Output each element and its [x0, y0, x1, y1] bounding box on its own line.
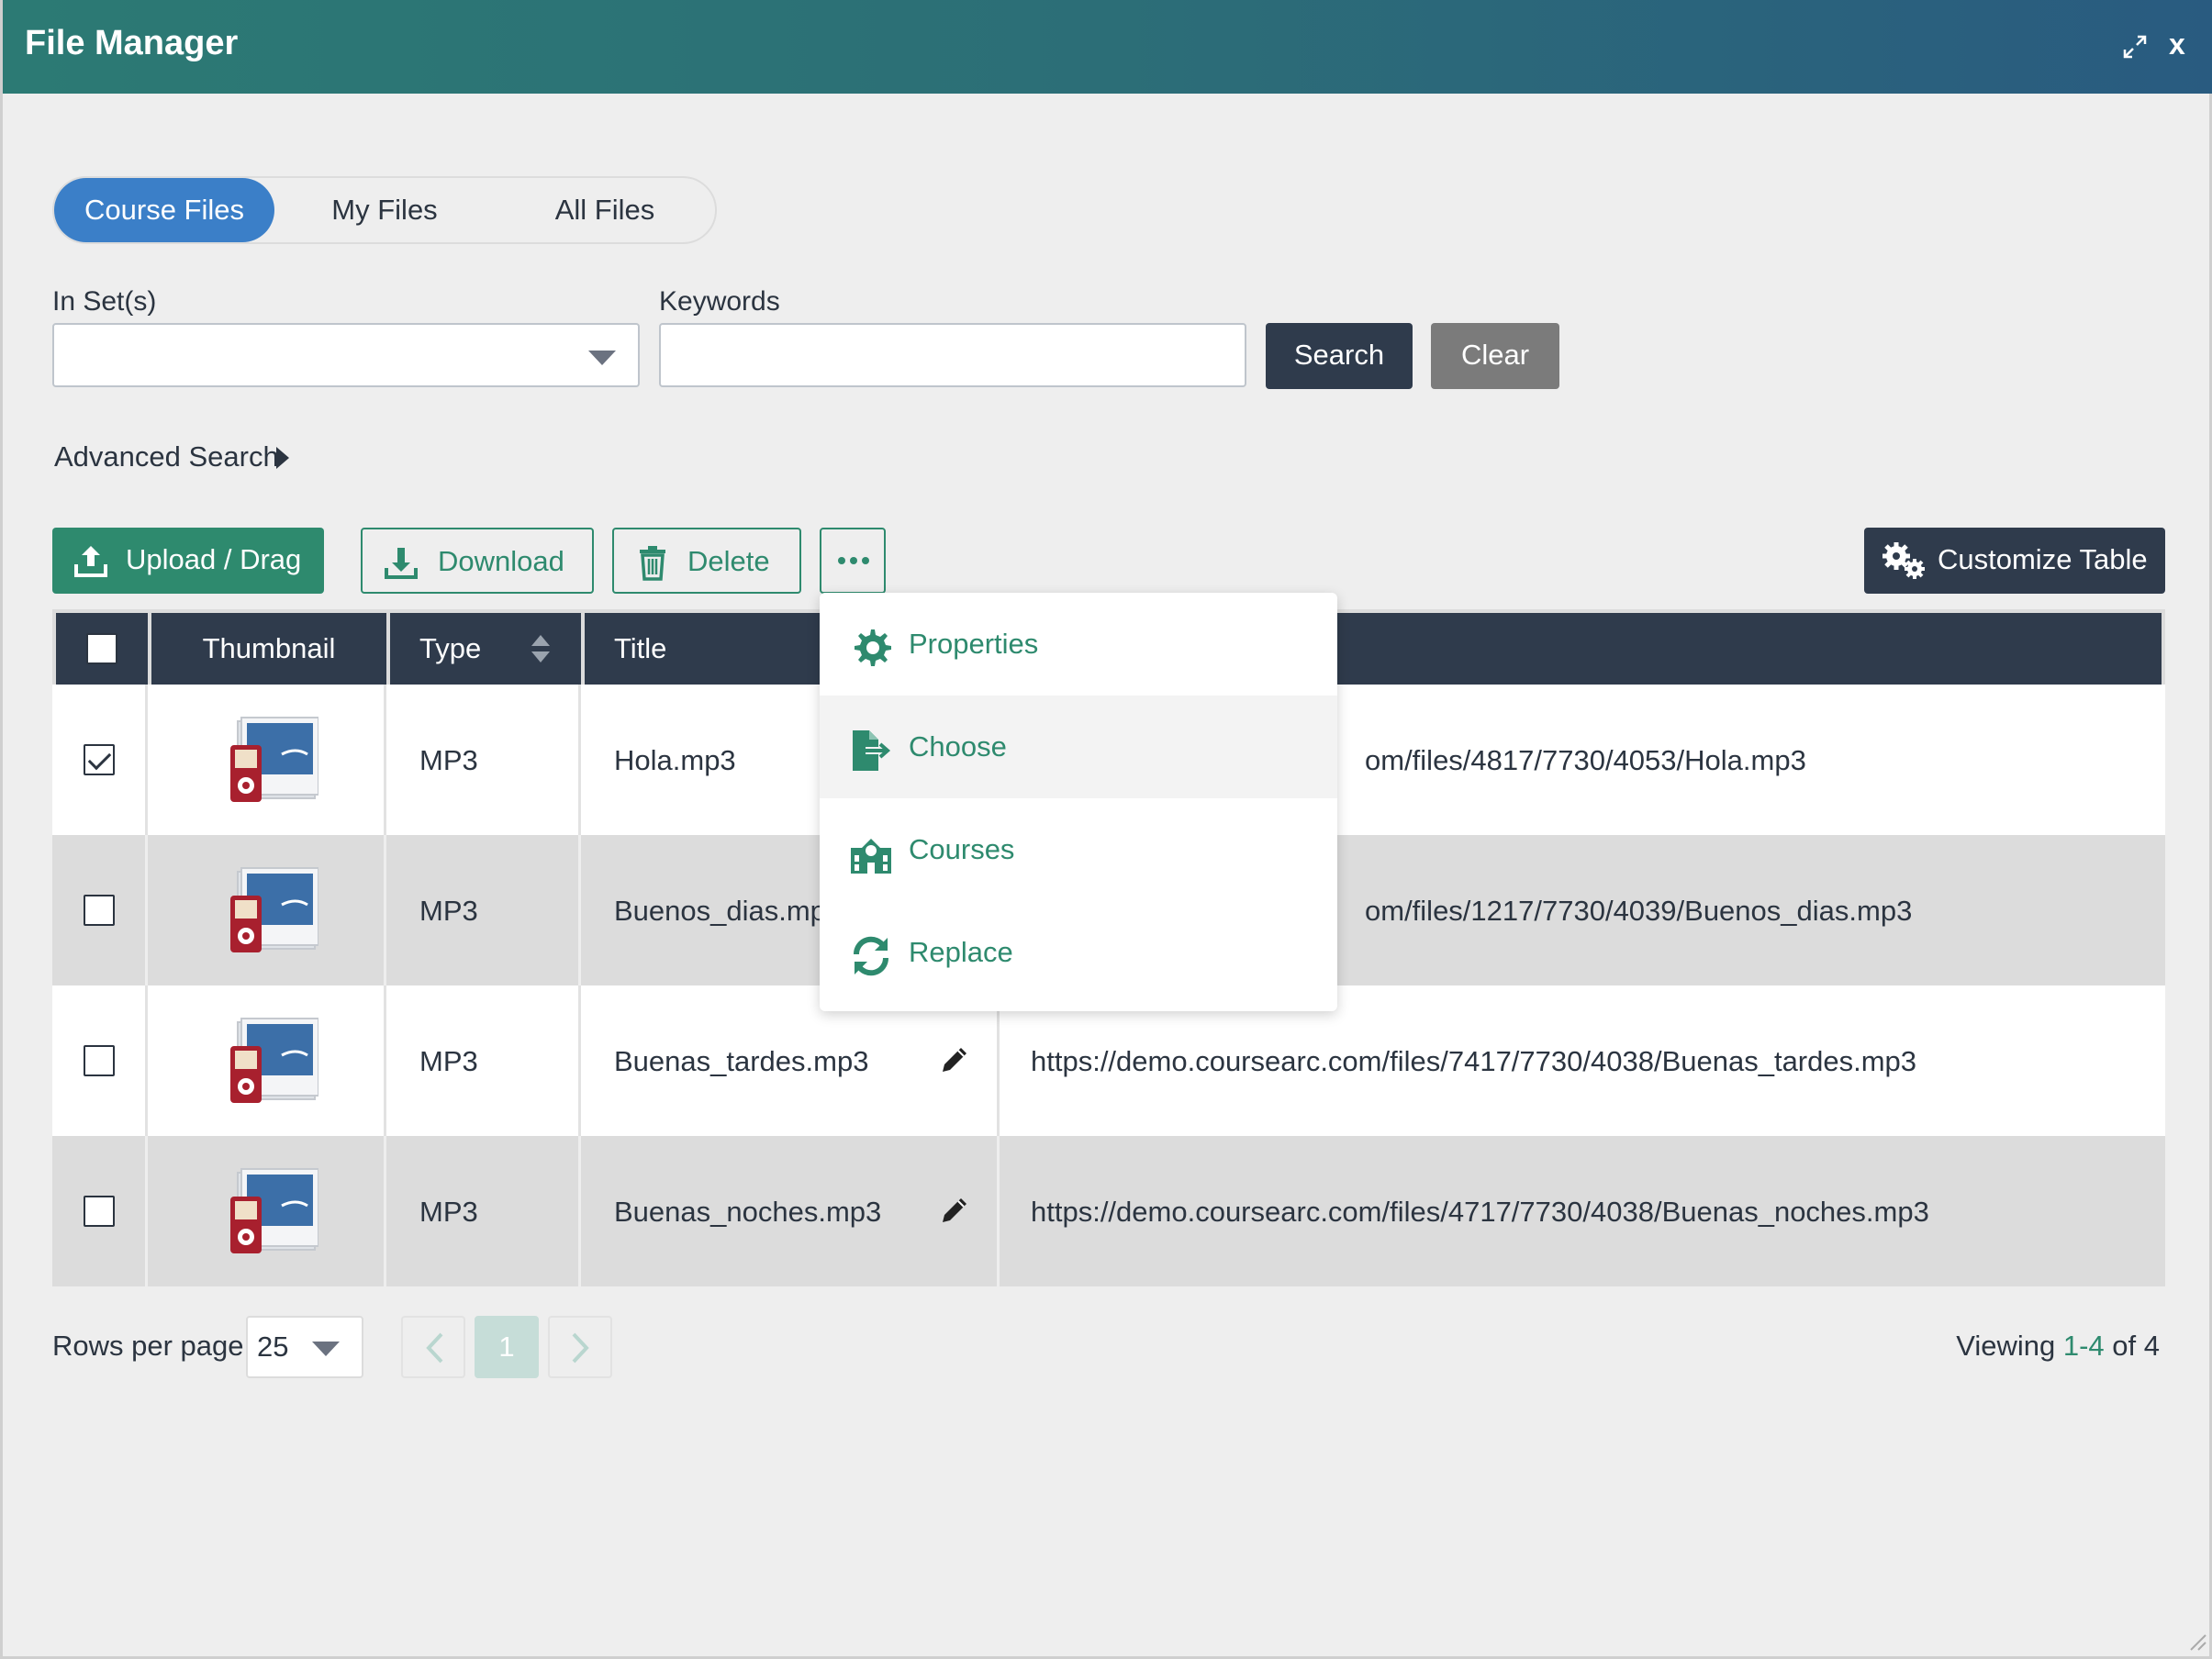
customize-table-label: Customize Table: [1938, 543, 2148, 575]
select-all-header: [56, 613, 148, 685]
menu-item-choose-label: Choose: [909, 730, 1007, 763]
gears-icon: [1882, 542, 1925, 579]
upload-button[interactable]: Upload / Drag: [52, 528, 324, 594]
refresh-icon: [853, 936, 889, 976]
school-icon: [851, 839, 891, 874]
url-cell: https://demo.coursearc.com/files/4717/77…: [1031, 1195, 1929, 1228]
audio-file-thumbnail: [229, 867, 318, 952]
chevron-down-icon: [312, 1342, 340, 1356]
audio-file-thumbnail: [229, 1018, 318, 1103]
menu-item-courses-label: Courses: [909, 833, 1015, 865]
file-title: Hola.mp3: [614, 743, 736, 776]
file-title: Buenas_tardes.mp3: [614, 1044, 869, 1077]
file-export-icon: [853, 730, 891, 771]
advanced-search-toggle[interactable]: Advanced Search: [54, 440, 279, 473]
more-actions-menu: Properties Choose Courses Replace: [820, 593, 1337, 1011]
thumbnail-cell: [151, 985, 386, 1136]
prev-page-button[interactable]: [401, 1316, 465, 1378]
upload-label: Upload / Drag: [126, 543, 302, 575]
audio-file-thumbnail: [229, 1168, 318, 1253]
file-url: om/files/1217/7730/4039/Buenos_dias.mp3: [1365, 894, 1913, 927]
search-button[interactable]: Search: [1266, 323, 1413, 389]
viewing-count: Viewing 1-4 of 4: [1956, 1330, 2160, 1363]
rows-per-page-select[interactable]: 25: [246, 1316, 363, 1378]
title-bar: File Manager x: [3, 0, 2212, 94]
delete-button[interactable]: Delete: [612, 528, 801, 594]
rows-per-page-label: Rows per page: [52, 1330, 244, 1362]
thumbnail-cell: [151, 1136, 386, 1286]
thumbnail-cell: [151, 685, 386, 835]
type-cell: MP3: [390, 985, 581, 1136]
row-checkbox[interactable]: [83, 1045, 115, 1076]
sort-icon[interactable]: [530, 633, 552, 664]
row-select-cell: [52, 835, 148, 985]
menu-item-properties-label: Properties: [909, 628, 1039, 660]
column-thumbnail: Thumbnail: [151, 613, 386, 685]
row-checkbox[interactable]: [83, 895, 115, 926]
type-cell: MP3: [390, 1136, 581, 1286]
column-type[interactable]: Type: [390, 613, 581, 685]
download-icon: [385, 548, 418, 579]
row-checkbox[interactable]: [83, 1196, 115, 1227]
row-select-cell: [52, 1136, 148, 1286]
title-cell: Buenas_noches.mp3: [585, 1136, 1000, 1286]
close-button[interactable]: x: [2169, 28, 2185, 61]
keywords-label: Keywords: [659, 286, 780, 317]
resize-grip-icon[interactable]: [2185, 1630, 2207, 1652]
file-title: Buenas_noches.mp3: [614, 1195, 882, 1228]
rows-per-page-value: 25: [257, 1331, 289, 1363]
select-all-checkbox[interactable]: [86, 633, 117, 664]
menu-item-replace[interactable]: Replace: [820, 901, 1337, 1004]
menu-item-choose[interactable]: Choose: [820, 696, 1337, 798]
in-sets-select[interactable]: [52, 323, 640, 387]
menu-item-properties[interactable]: Properties: [820, 593, 1337, 696]
viewing-range: 1-4: [2062, 1330, 2105, 1362]
chevron-right-icon: [572, 1332, 589, 1364]
customize-table-button[interactable]: Customize Table: [1864, 528, 2165, 594]
trash-icon: [640, 546, 665, 581]
clear-button[interactable]: Clear: [1431, 323, 1559, 389]
row-select-cell: [52, 985, 148, 1136]
tab-course-files[interactable]: Course Files: [54, 178, 274, 242]
tab-all-files[interactable]: All Files: [495, 178, 715, 242]
audio-file-thumbnail: [229, 717, 318, 802]
page-1-button[interactable]: 1: [475, 1316, 539, 1378]
file-url: om/files/4817/7730/4053/Hola.mp3: [1365, 743, 1806, 776]
in-sets-label: In Set(s): [52, 286, 157, 317]
chevron-left-icon: [426, 1332, 443, 1364]
viewing-suffix: of 4: [2112, 1330, 2160, 1362]
menu-item-replace-label: Replace: [909, 936, 1013, 968]
file-title: Buenos_dias.mp3: [614, 894, 843, 927]
expand-icon[interactable]: [2121, 33, 2149, 61]
ellipsis-icon: [838, 557, 869, 564]
caret-right-icon[interactable]: [276, 447, 289, 469]
download-label: Download: [438, 545, 564, 577]
pencil-icon[interactable]: [939, 1195, 970, 1226]
row-checkbox[interactable]: [83, 744, 115, 775]
keywords-input[interactable]: [659, 323, 1246, 387]
type-cell: MP3: [390, 835, 581, 985]
thumbnail-cell: [151, 835, 386, 985]
pencil-icon[interactable]: [939, 1044, 970, 1075]
menu-item-courses[interactable]: Courses: [820, 798, 1337, 901]
file-manager-window: File Manager x Course Files My Files All…: [0, 0, 2212, 1659]
table-row[interactable]: MP3 Buenas_noches.mp3 https://demo.cours…: [52, 1136, 2165, 1286]
delete-label: Delete: [687, 545, 770, 577]
gear-icon: [855, 629, 891, 666]
next-page-button[interactable]: [548, 1316, 612, 1378]
more-actions-button[interactable]: [820, 528, 886, 594]
type-cell: MP3: [390, 685, 581, 835]
upload-icon: [74, 546, 107, 577]
tab-my-files[interactable]: My Files: [274, 178, 495, 242]
column-type-label: Type: [419, 632, 482, 664]
download-button[interactable]: Download: [361, 528, 594, 594]
row-select-cell: [52, 685, 148, 835]
file-scope-tabs: Course Files My Files All Files: [52, 176, 717, 244]
viewing-prefix: Viewing: [1956, 1330, 2056, 1362]
chevron-down-icon: [588, 351, 616, 365]
window-title: File Manager: [25, 24, 239, 62]
